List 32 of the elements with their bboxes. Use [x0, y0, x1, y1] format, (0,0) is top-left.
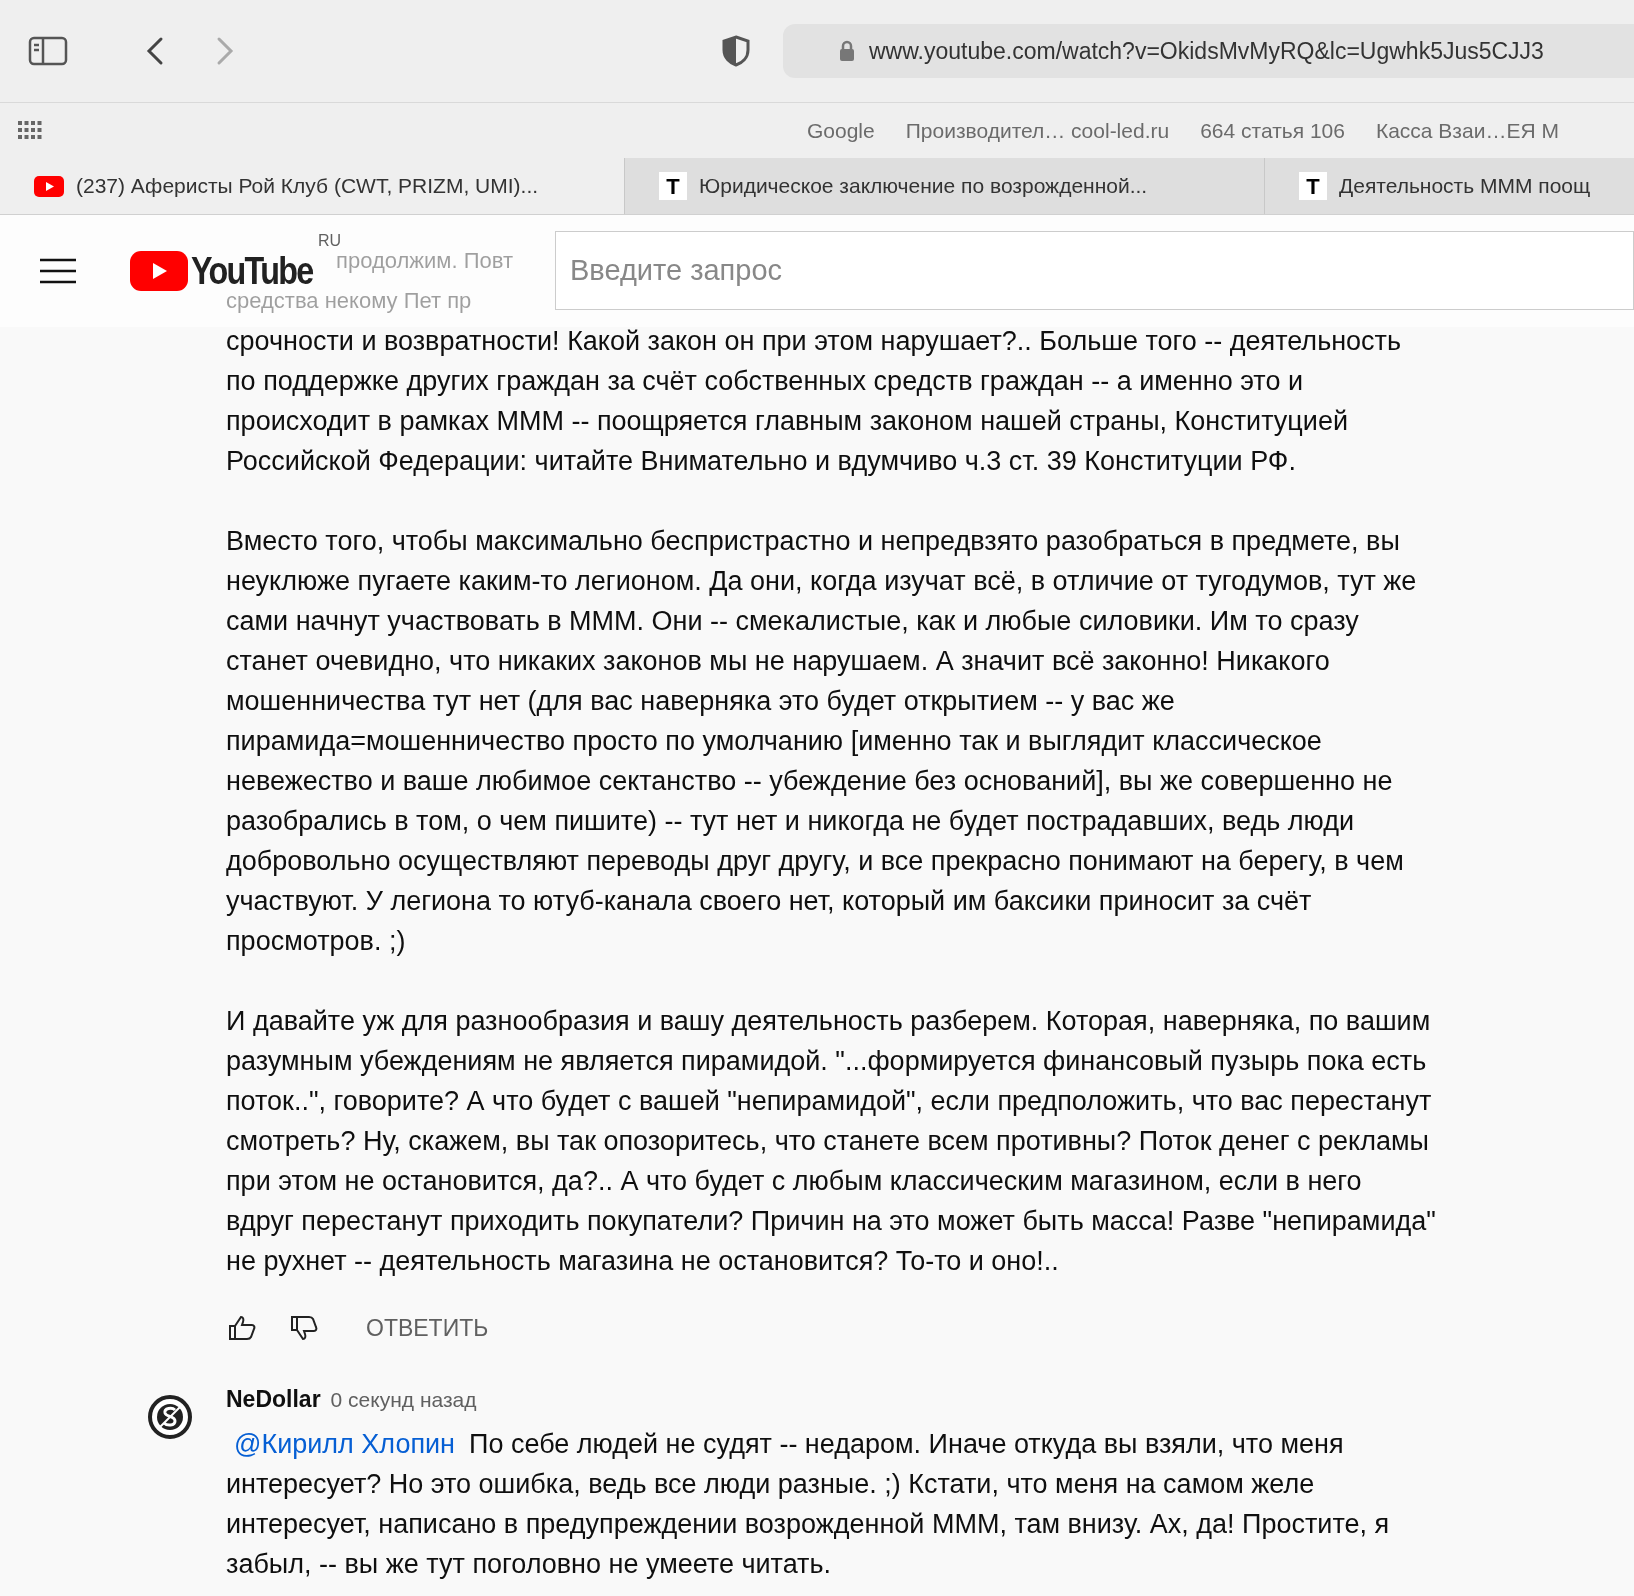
- comment-paragraph: срочности и возвратности! Какой закон он при этом нарушает?.. Больше того -- деятельность по поддержке других граждан за счёт собственных средств граждан -- а именно это и происходит в рамках МММ -- поощряется главным законом нашей страны, Конституцией Российской Федерации: читайте Внимательно и вдумчиво ч.3 ст. 39 Конституции РФ.: [226, 325, 1403, 478]
- tab-title: (237) Аферисты Рой Клуб (CWT, PRIZM, UMI)...: [76, 173, 539, 200]
- shield-icon[interactable]: [722, 35, 750, 67]
- apps-grid-icon[interactable]: [18, 120, 42, 141]
- reply-button[interactable]: ОТВЕТИТЬ: [354, 1306, 501, 1350]
- thumbs-up-icon[interactable]: [228, 1315, 256, 1341]
- lock-icon: [839, 40, 855, 62]
- thumbs-down-icon[interactable]: [290, 1315, 318, 1341]
- url-text: www.youtube.com/watch?v=OkidsMvMyRQ&lc=Ugwhk5Jus5CJJ3: [869, 36, 1544, 66]
- bookmark-link[interactable]: 664 статья 106: [1200, 114, 1345, 147]
- sidebar-icon[interactable]: [28, 36, 68, 66]
- tab-title: Юридическое заключение по возрожденной...: [699, 173, 1148, 200]
- comment-time[interactable]: 0 секунд назад: [330, 1380, 477, 1420]
- tab-title: Деятельность МММ поощ: [1339, 173, 1591, 200]
- bookmark-link[interactable]: Касса Взаи…ЕЯ М: [1375, 114, 1559, 147]
- author-name[interactable]: NeDollar: [226, 1379, 321, 1419]
- browser-tab[interactable]: (237) Аферисты Рой Клуб (CWT, PRIZM, UMI)...: [0, 158, 624, 214]
- play-logo-icon: [130, 251, 188, 291]
- site-favicon: T: [659, 172, 687, 200]
- video-play-icon: [34, 175, 64, 197]
- address-bar[interactable]: www.youtube.com/watch?v=OkidsMvMyRQ&lc=Ugwhk5Jus5CJJ3: [783, 24, 1634, 78]
- mention-link[interactable]: @Кирилл Хлопин: [234, 1429, 456, 1459]
- comment-paragraph: Вместо того, чтобы максимально беспристрастно и непредвзято разобраться в предмете, вы неуклюже пугаете каким-то легионом. Да они, когда изучат всё, в отличие от тугодумов, тут же сами начнут участвовать в МММ. Они -- смекалистые, как и любые силовики. Им то сразу станет очевидно, что никаких законов мы не нарушаем. А значит всё законно! Никакого мошенничества тут нет (для вас наверняка это будет открытием -- у вас же пирамида=мошенничество просто по умолчанию [именно так и выглядит классическое невежество и ваше любимое сектанство -- убеждение без оснований], вы же совершенно не разобрались в том, о чем пишите) -- тут нет и никогда не будет пострадавших, ведь люди добровольно осуществляют переводы друг другу, и все прекрасно понимают на берегу, в чем участвуют. У легиона то ютуб-канала своего нет, который им баксики приносит за счёт просмотров. ;): [226, 525, 1418, 958]
- menu-icon[interactable]: [40, 258, 76, 284]
- search-field[interactable]: Введите запрос: [555, 231, 1634, 310]
- comment-paragraph: И давайте уж для разнообразия и вашу деятельность разберем. Которая, наверняка, по вашим разумным убеждениям не является пирамидой. "...формируется финансовый пузырь пока есть поток..", говорите? А что будет с вашей "непирамидой", если предположить, что вас перестанут смотреть? Ну, скажем, вы так опозоритесь, что станете всем противны? Поток денег с рекламы при этом не остановится, да?.. А что будет с любым классическим магазином, если в него вдруг перестанут приходить покупатели? Причин на это может быть масса! Разве "непирамида" не рухнет -- деятельность магазина не остановится? То-то и оно!..: [226, 1005, 1437, 1278]
- bookmark-link[interactable]: Google: [807, 114, 875, 147]
- back-icon[interactable]: [146, 36, 164, 66]
- bookmark-link[interactable]: Производител… cool-led.ru: [905, 114, 1170, 147]
- avatar-icon: [148, 1395, 192, 1439]
- reply-text: @Кирилл Хлопин По себе людей не судят -- недаром. Иначе откуда вы взяли, что меня интересует? Но это ошибка, ведь все люди разные. ;) Кстати, что меня на самом желе интересует, написано в предупреждении возрожденной МММ, там внизу. Ах, да! Простите, я забыл, -- вы же тут поголовно не умеете читать.: [226, 1428, 1391, 1581]
- site-favicon: T: [1299, 172, 1327, 200]
